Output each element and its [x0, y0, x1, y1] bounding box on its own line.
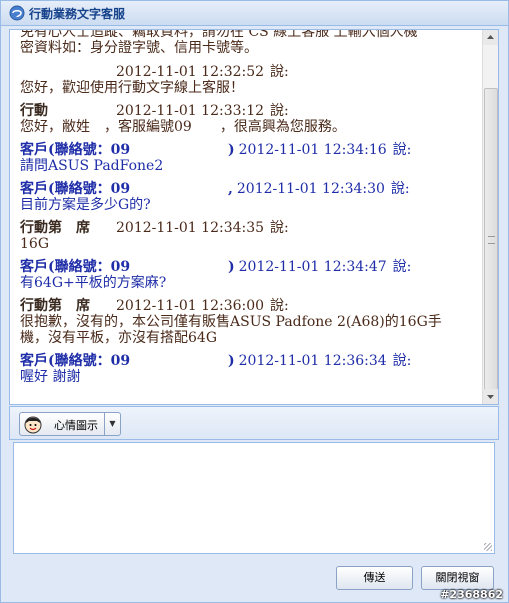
- said-label: 說:: [270, 220, 289, 236]
- said-label: 說:: [390, 181, 410, 197]
- message-sender-end: ): [228, 259, 235, 275]
- customer-message: 客戶(聯絡號：09) 2012-11-01 12:34:47 說: 有64G+平板的方…: [20, 259, 482, 291]
- message-sender-end: ): [228, 142, 235, 158]
- message-text: 16G: [20, 236, 49, 252]
- app-icon: [9, 5, 25, 21]
- message-timestamp: 2012-11-01 12:34:16: [238, 142, 387, 158]
- message-input-area[interactable]: [13, 442, 495, 554]
- message-header: 客戶(聯絡號：09, 2012-11-01 12:34:30 說:: [20, 181, 482, 197]
- message-text: 有64G+平板的方案麻?: [20, 275, 167, 291]
- watermark: #2368862: [440, 588, 503, 601]
- message-sender: 行動第 席: [20, 298, 90, 314]
- input-toolbar: 心情圖示 ▼: [9, 406, 499, 440]
- message-timestamp: 2012-11-01 12:32:52: [116, 64, 265, 80]
- said-label: 說:: [392, 259, 412, 275]
- message-header: 客戶(聯絡號：09) 2012-11-01 12:34:16 說:: [20, 142, 482, 158]
- agent-message: 行動第 席 2012-11-01 12:34:35 說: 16G: [20, 220, 482, 252]
- message-sender: 客戶(聯絡號：09: [20, 142, 131, 158]
- mood-icon-button[interactable]: 心情圖示 ▼: [19, 412, 121, 436]
- message-timestamp: 2012-11-01 12:36:34: [238, 353, 387, 369]
- message-header: 行動 2012-11-01 12:33:12 說:: [20, 103, 482, 119]
- scroll-thumb[interactable]: [484, 88, 498, 390]
- said-label: 說:: [392, 353, 412, 369]
- message-text: 很抱歉，沒有的，本公司僅有販售ASUS Padfone 2(A68)的16G手: [20, 314, 442, 330]
- message-header: 行動第 席 2012-11-01 12:34:35 說:: [20, 220, 482, 236]
- message-sender: 行動第 席: [20, 220, 90, 236]
- message-text: 您好，歡迎使用行動文字線上客服！: [20, 80, 244, 96]
- customer-message: 客戶(聯絡號：09, 2012-11-01 12:34:30 說: 目前方案是多少G的…: [20, 181, 482, 213]
- message-sender: 客戶(聯絡號：09: [20, 181, 131, 197]
- agent-message: 行動 2012-11-01 12:33:12 說: 您好，敝姓 ，客服編號09 ，很高…: [20, 103, 482, 135]
- notice-line: 免有心人士追蹤、竊取資料，請勿在 CS 線上客服 上輸入個人機: [20, 29, 418, 40]
- message-text: 機，沒有平板，亦沒有搭配64G: [20, 330, 217, 346]
- message-text: 目前方案是多少G的?: [20, 197, 151, 213]
- agent-message: 行動第 席 2012-11-01 12:36:00 說: 很抱歉，沒有的，本公司僅有販…: [20, 298, 482, 346]
- message-text: 請問ASUS PadFone2: [20, 158, 164, 174]
- message-header: 客戶(聯絡號：09) 2012-11-01 12:36:34 說:: [20, 353, 482, 369]
- scroll-down-icon[interactable]: [483, 389, 498, 404]
- message-header: 行動第 席 2012-11-01 12:36:00 說:: [20, 298, 482, 314]
- chat-history[interactable]: 免有心人士追蹤、竊取資料，請勿在 CS 線上客服 上輸入個人機 密資料如：身分證…: [9, 29, 499, 405]
- resize-grip-icon[interactable]: [484, 543, 492, 551]
- customer-message: 客戶(聯絡號：09) 2012-11-01 12:34:16 說: 請問ASUS Pa…: [20, 142, 482, 174]
- said-label: 說:: [270, 64, 289, 80]
- message-input[interactable]: [14, 443, 494, 553]
- said-label: 說:: [270, 298, 289, 314]
- chevron-down-icon[interactable]: ▼: [104, 413, 120, 435]
- smiley-face-icon: [24, 416, 42, 434]
- grip-icon: [488, 236, 495, 244]
- message-sender-end: ,: [228, 181, 233, 197]
- message-sender: 行動: [20, 103, 48, 119]
- privacy-notice: 免有心人士追蹤、竊取資料，請勿在 CS 線上客服 上輸入個人機 密資料如：身分證…: [20, 29, 482, 56]
- customer-message: 客戶(聯絡號：09) 2012-11-01 12:36:34 說: 喔好 謝謝: [20, 353, 482, 385]
- title-bar: 行動業務文字客服: [1, 1, 508, 26]
- chat-window: 行動業務文字客服 免有心人士追蹤、竊取資料，請勿在 CS 線上客服 上輸入個人機…: [0, 0, 509, 603]
- close-window-button[interactable]: 關閉視窗: [421, 566, 494, 590]
- scroll-up-icon[interactable]: [483, 30, 498, 45]
- mood-label: 心情圖示: [54, 419, 98, 432]
- message-sender: 客戶(聯絡號：09: [20, 353, 131, 369]
- message-text: 您好，敝姓 ，客服編號09 ，很高興為您服務。: [20, 119, 346, 135]
- notice-line: 密資料如：身分證字號、信用卡號等。: [20, 40, 258, 56]
- said-label: 說:: [392, 142, 412, 158]
- message-sender-end: ): [228, 353, 235, 369]
- message-timestamp: 2012-11-01 12:34:35: [116, 220, 265, 236]
- message-timestamp: 2012-11-01 12:36:00: [116, 298, 265, 314]
- chat-scrollbar[interactable]: [482, 30, 498, 404]
- send-button[interactable]: 傳送: [336, 566, 413, 590]
- message-list: 2012-11-01 12:32:52 說: 您好，歡迎使用行動文字線上客服！ 行動 2…: [20, 64, 482, 385]
- window-title: 行動業務文字客服: [29, 7, 126, 21]
- message-header: 2012-11-01 12:32:52 說:: [20, 64, 482, 80]
- message-sender: 客戶(聯絡號：09: [20, 259, 131, 275]
- message-timestamp: 2012-11-01 12:34:47: [238, 259, 387, 275]
- agent-message: 2012-11-01 12:32:52 說: 您好，歡迎使用行動文字線上客服！: [20, 64, 482, 96]
- message-text: 喔好 謝謝: [20, 369, 81, 385]
- message-timestamp: 2012-11-01 12:33:12: [116, 103, 265, 119]
- chat-messages: 免有心人士追蹤、竊取資料，請勿在 CS 線上客服 上輸入個人機 密資料如：身分證…: [20, 29, 482, 392]
- said-label: 說:: [270, 103, 289, 119]
- message-timestamp: 2012-11-01 12:34:30: [236, 181, 385, 197]
- message-header: 客戶(聯絡號：09) 2012-11-01 12:34:47 說:: [20, 259, 482, 275]
